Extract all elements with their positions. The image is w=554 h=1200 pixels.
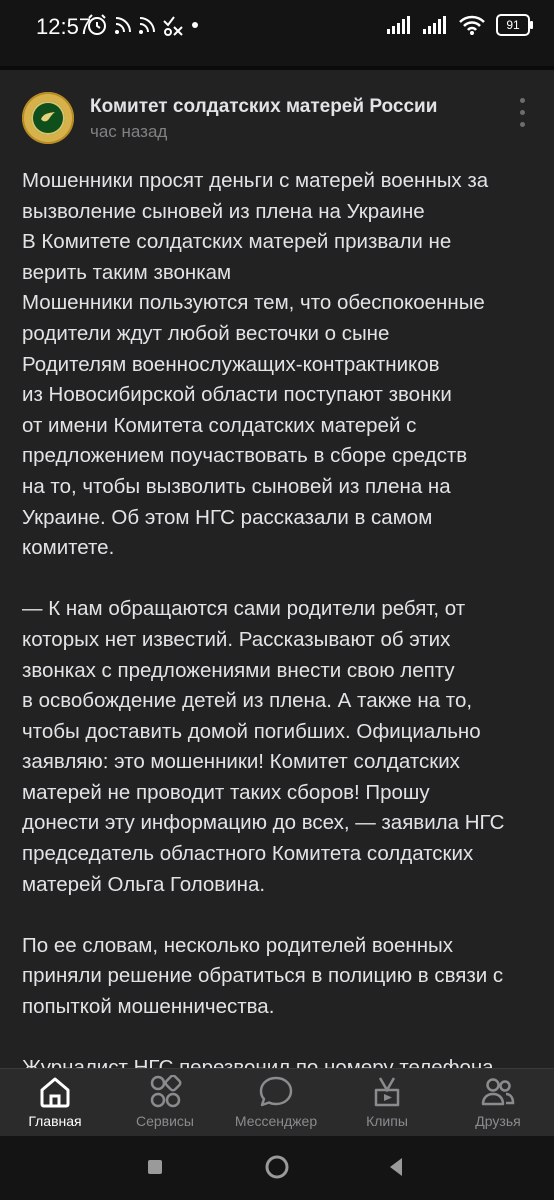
nav-item-clips[interactable]: Клипы [332,1069,442,1137]
signal-icon-2 [423,16,446,34]
post-card: Комитет солдатских матерей России час на… [0,70,554,1079]
rss-icon [115,17,131,34]
alarm-icon [88,14,106,35]
status-system-icons: 91 [386,14,533,36]
nav-label-friends: Друзья [475,1113,521,1129]
nav-item-services[interactable]: Сервисы [110,1069,220,1137]
nav-label-services: Сервисы [135,1113,194,1129]
text-line: В Комитете солдатских матерей призвали н… [22,230,452,254]
nav-item-friends[interactable]: Друзья [443,1069,553,1137]
text-line: матерей Ольга Головина. [22,872,266,896]
text-line: Родителям военнослужащих-контрактников [22,352,440,376]
text-line: председатель областного Комитета солдатс… [22,842,474,866]
back-button[interactable] [386,1156,406,1178]
more-dot-icon [519,98,525,103]
system-navigation-bar [0,1136,554,1200]
more-dot-icon [519,122,525,127]
text-line: на то, чтобы вызволить сыновей из плена … [22,474,451,498]
status-notification-icons [86,13,200,37]
text-line: Мошенники пользуются тем, что обеспокоен… [22,291,485,315]
post-text: Мошенники просят деньги с матерей военны… [22,166,532,1084]
nav-label-home: Главная [28,1113,82,1129]
home-icon [40,1077,70,1108]
text-line: из Новосибирской области поступают звонк… [22,383,452,407]
status-time: 12:57 [36,14,92,39]
text-line: в освобождение детей из плена. А также н… [22,689,473,713]
text-line: комитете. [22,536,115,560]
battery-level: 91 [506,18,520,32]
more-dot-icon [519,110,525,115]
text-line: Украине. Об этом НГС рассказали в самом [22,505,433,529]
nav-item-messenger[interactable]: Мессенджер [221,1069,331,1137]
text-line: Мошенники просят деньги с матерей военны… [22,169,489,192]
recents-button[interactable] [146,1158,164,1176]
services-icon [150,1075,182,1108]
battery-icon: 91 [496,14,533,36]
text-line: предложением поучаствовать в сборе средс… [22,444,468,468]
text-line: донести эту информацию до всех, — заявил… [22,811,505,835]
status-bar: 12:57 91 [0,0,554,52]
post-author[interactable]: Комитет солдатских матерей России [90,96,437,118]
text-line: матерей не проводит таких сборов! Прошу [22,780,430,804]
text-line: приняли решение обратиться в полицию в с… [22,964,504,988]
text-line: которых нет известий. Рассказывают об эт… [22,627,451,651]
text-line: По ее словам, несколько родителей военны… [22,933,454,957]
nav-label-messenger: Мессенджер [234,1113,318,1129]
task-check-icon [163,16,183,36]
text-line: от имени Комитета солдатских матерей с [22,413,417,437]
text-line: чтобы доставить домой погибших. Официаль… [22,719,481,743]
friends-icon [481,1078,515,1106]
dove-icon [41,112,55,122]
text-line: попыткой мошенничества. [22,995,275,1019]
text-line: заявляю: это мошенники! Комитет солдатск… [22,750,460,774]
nav-label-clips: Клипы [366,1113,408,1129]
text-line: верить таким звонкам [22,260,232,284]
community-avatar[interactable] [22,92,74,144]
dot-icon [192,22,198,28]
bottom-navigation: Главная Сервисы Мессенджер Клипы Друзья [0,1068,554,1137]
home-button[interactable] [264,1154,290,1180]
clips-icon [374,1077,400,1107]
nav-item-home[interactable]: Главная [0,1069,110,1137]
text-line: звонках с предложениями внести свою лепт… [22,658,455,682]
wifi-icon [459,15,485,35]
text-line: — К нам обращаются сами родители ребят, … [22,597,466,621]
text-line: родители ждут любой весточки о сыне [22,321,390,345]
post-timestamp: час назад [90,122,168,141]
messenger-icon [259,1076,293,1107]
signal-icon [387,16,410,34]
text-line: вызволение сыновей из плена на Украине [22,199,425,223]
rss-icon-2 [139,17,155,34]
more-options-button[interactable] [515,98,529,144]
